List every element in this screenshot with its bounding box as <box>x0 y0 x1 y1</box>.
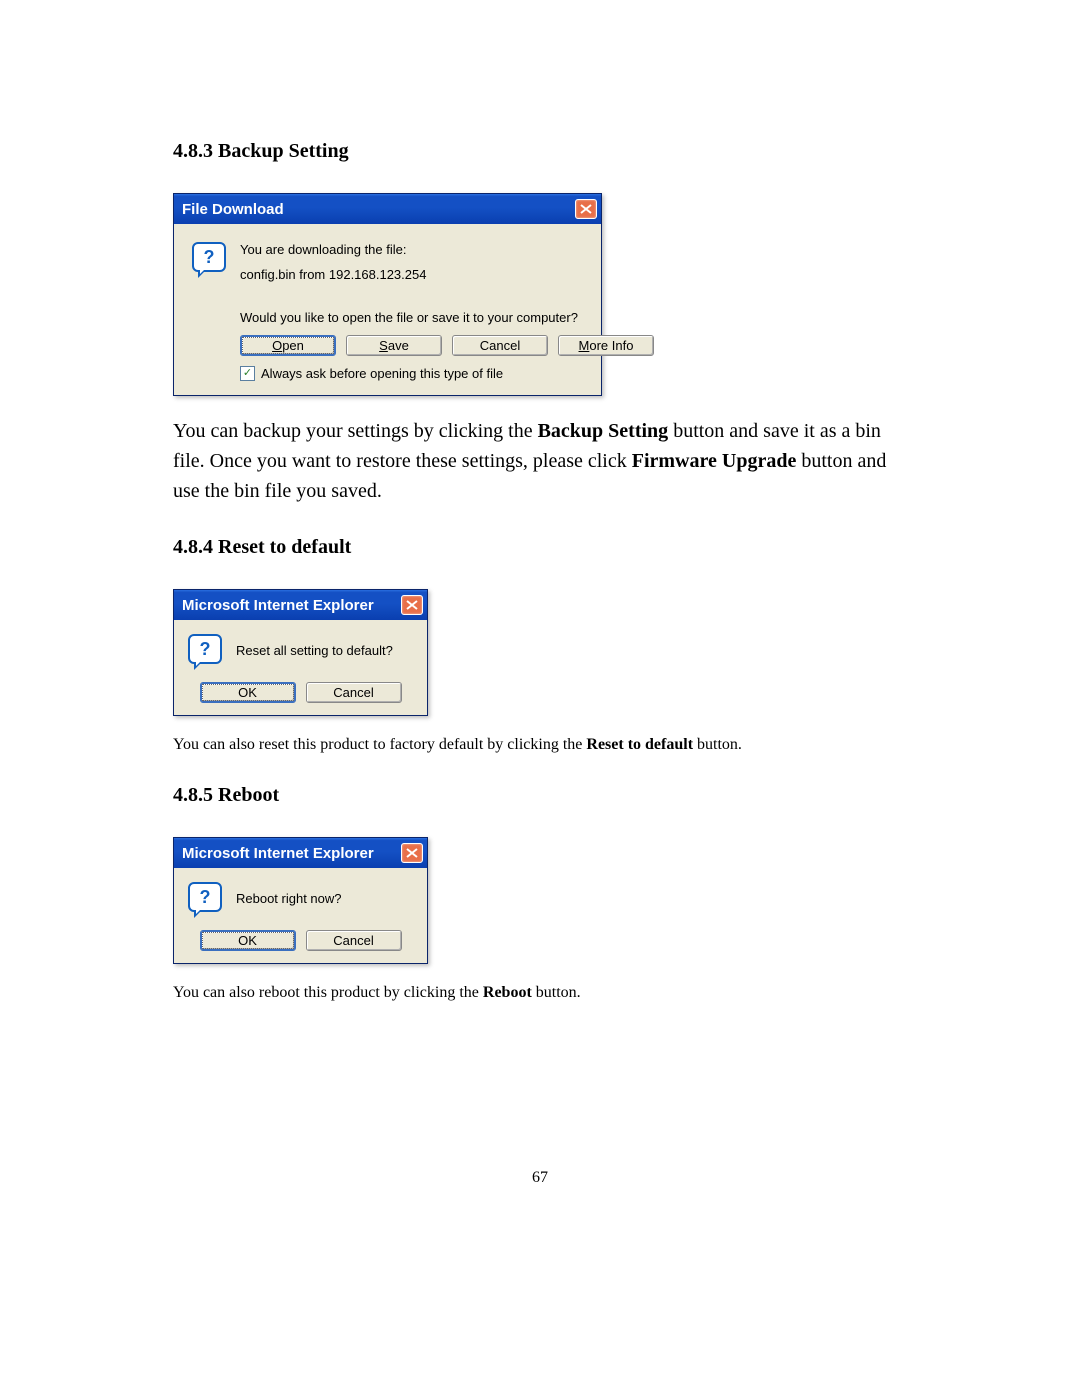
ok-button[interactable]: OK <box>200 930 296 951</box>
dialog-titlebar: Microsoft Internet Explorer <box>174 590 427 620</box>
dialog-titlebar: Microsoft Internet Explorer <box>174 838 427 868</box>
reboot-paragraph: You can also reboot this product by clic… <box>173 984 907 1002</box>
question-icon: ? <box>188 634 220 666</box>
question-icon: ? <box>192 242 224 274</box>
download-prompt: Would you like to open the file or save … <box>240 310 654 325</box>
reboot-dialog: Microsoft Internet Explorer ? Reboot rig… <box>173 837 428 964</box>
document-page: 4.8.3 Backup Setting File Download ? You… <box>0 0 1080 1002</box>
dialog-titlebar: File Download <box>174 194 601 224</box>
close-button[interactable] <box>401 595 423 615</box>
more-info-button[interactable]: More Info <box>558 335 654 356</box>
question-icon: ? <box>188 882 220 914</box>
close-button[interactable] <box>401 843 423 863</box>
backup-paragraph: You can backup your settings by clicking… <box>173 416 907 506</box>
close-icon <box>406 600 418 610</box>
dialog-title: File Download <box>182 201 284 218</box>
reset-dialog: Microsoft Internet Explorer ? Reset all … <box>173 589 428 716</box>
cancel-button[interactable]: Cancel <box>306 930 402 951</box>
close-button[interactable] <box>575 199 597 219</box>
close-icon <box>580 204 592 214</box>
heading-reset: 4.8.4 Reset to default <box>173 536 907 559</box>
save-button[interactable]: Save <box>346 335 442 356</box>
always-ask-label: Always ask before opening this type of f… <box>261 366 503 381</box>
dialog-title: Microsoft Internet Explorer <box>182 845 374 862</box>
ok-button[interactable]: OK <box>200 682 296 703</box>
open-button[interactable]: Open <box>240 335 336 356</box>
download-line2: config.bin from 192.168.123.254 <box>240 267 654 282</box>
dialog-title: Microsoft Internet Explorer <box>182 597 374 614</box>
heading-reboot: 4.8.5 Reboot <box>173 784 907 807</box>
cancel-button[interactable]: Cancel <box>452 335 548 356</box>
close-icon <box>406 848 418 858</box>
always-ask-checkbox[interactable]: ✓ <box>240 366 255 381</box>
reboot-message: Reboot right now? <box>236 891 413 906</box>
heading-backup: 4.8.3 Backup Setting <box>173 140 907 163</box>
reset-message: Reset all setting to default? <box>236 643 413 658</box>
reset-paragraph: You can also reset this product to facto… <box>173 736 907 754</box>
download-line1: You are downloading the file: <box>240 242 654 257</box>
always-ask-row: ✓ Always ask before opening this type of… <box>240 366 654 381</box>
page-number: 67 <box>0 1169 1080 1187</box>
file-download-dialog: File Download ? You are downloading the … <box>173 193 602 396</box>
cancel-button[interactable]: Cancel <box>306 682 402 703</box>
